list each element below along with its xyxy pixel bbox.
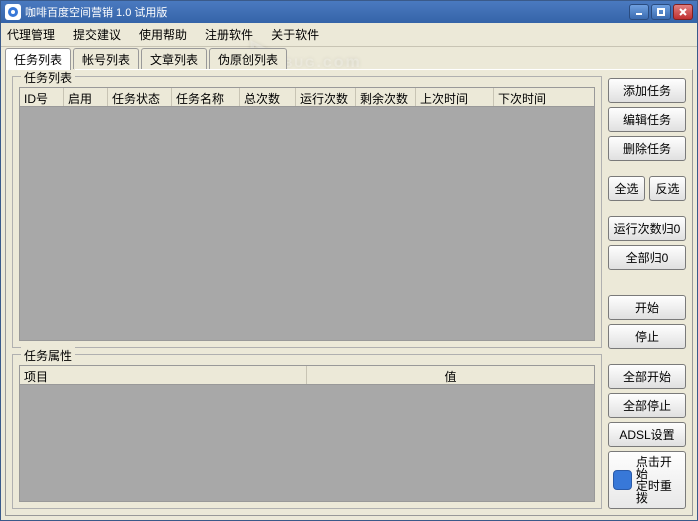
minimize-button[interactable] (629, 4, 649, 20)
tab-articlelist[interactable]: 文章列表 (141, 48, 207, 70)
play-icon (613, 470, 632, 490)
col-prop-name[interactable]: 项目 (20, 366, 307, 384)
taskprop-body[interactable] (19, 385, 595, 502)
run-count-reset-button[interactable]: 运行次数归0 (608, 216, 686, 241)
left-pane: 任务列表 ID号 启用 任务状态 任务名称 总次数 运行次数 剩余次数 上次时间… (12, 76, 602, 509)
click-start-redial-button[interactable]: 点击开始 定时重拨 (608, 451, 686, 509)
app-icon (5, 4, 21, 20)
edit-task-button[interactable]: 编辑任务 (608, 107, 686, 132)
maximize-button[interactable] (651, 4, 671, 20)
start-button[interactable]: 开始 (608, 295, 686, 320)
tabbar: 任务列表 帐号列表 文章列表 伪原创列表 (1, 47, 697, 69)
right-pane: 添加任务 编辑任务 删除任务 全选 反选 运行次数归0 全部归0 开始 停止 全… (608, 76, 686, 509)
start-all-button[interactable]: 全部开始 (608, 364, 686, 389)
window-title: 咖啡百度空间营销 1.0 试用版 (25, 4, 629, 20)
taskprop-group: 任务属性 项目 值 (12, 354, 602, 509)
stop-button[interactable]: 停止 (608, 324, 686, 349)
all-reset-button[interactable]: 全部归0 (608, 245, 686, 270)
adsl-settings-button[interactable]: ADSL设置 (608, 422, 686, 447)
invert-select-button[interactable]: 反选 (649, 176, 686, 201)
stop-all-button[interactable]: 全部停止 (608, 393, 686, 418)
tab-tasklist[interactable]: 任务列表 (5, 48, 71, 70)
app-window: 咖啡百度空间营销 1.0 试用版 代理管理 提交建议 使用帮助 注册软件 关于软… (0, 0, 698, 521)
add-task-button[interactable]: 添加任务 (608, 78, 686, 103)
taskprop-header: 项目 值 (19, 365, 595, 385)
menu-help[interactable]: 使用帮助 (139, 26, 187, 43)
col-enable[interactable]: 启用 (64, 88, 108, 106)
col-id[interactable]: ID号 (20, 88, 64, 106)
col-remain[interactable]: 剩余次数 (356, 88, 416, 106)
select-all-button[interactable]: 全选 (608, 176, 645, 201)
taskprop-legend: 任务属性 (21, 347, 75, 364)
close-button[interactable] (673, 4, 693, 20)
menubar: 代理管理 提交建议 使用帮助 注册软件 关于软件 (1, 23, 697, 47)
col-total[interactable]: 总次数 (240, 88, 296, 106)
tasklist-header: ID号 启用 任务状态 任务名称 总次数 运行次数 剩余次数 上次时间 下次时间 (19, 87, 595, 107)
delete-task-button[interactable]: 删除任务 (608, 136, 686, 161)
menu-about[interactable]: 关于软件 (271, 26, 319, 43)
tab-pseudolist[interactable]: 伪原创列表 (209, 48, 287, 70)
tasklist-body[interactable] (19, 107, 595, 341)
tasklist-legend: 任务列表 (21, 69, 75, 86)
col-run[interactable]: 运行次数 (296, 88, 356, 106)
tab-accountlist[interactable]: 帐号列表 (73, 48, 139, 70)
tasklist-group: 任务列表 ID号 启用 任务状态 任务名称 总次数 运行次数 剩余次数 上次时间… (12, 76, 602, 348)
titlebar: 咖啡百度空间营销 1.0 试用版 (1, 1, 697, 23)
menu-feedback[interactable]: 提交建议 (73, 26, 121, 43)
content-area: 任务列表 ID号 启用 任务状态 任务名称 总次数 运行次数 剩余次数 上次时间… (5, 69, 693, 516)
menu-proxy[interactable]: 代理管理 (7, 26, 55, 43)
col-name[interactable]: 任务名称 (172, 88, 240, 106)
col-prop-value[interactable]: 值 (307, 366, 594, 384)
menu-register[interactable]: 注册软件 (205, 26, 253, 43)
col-next[interactable]: 下次时间 (494, 88, 594, 106)
click-start-label: 点击开始 定时重拨 (636, 456, 681, 504)
col-last[interactable]: 上次时间 (416, 88, 494, 106)
col-status[interactable]: 任务状态 (108, 88, 172, 106)
